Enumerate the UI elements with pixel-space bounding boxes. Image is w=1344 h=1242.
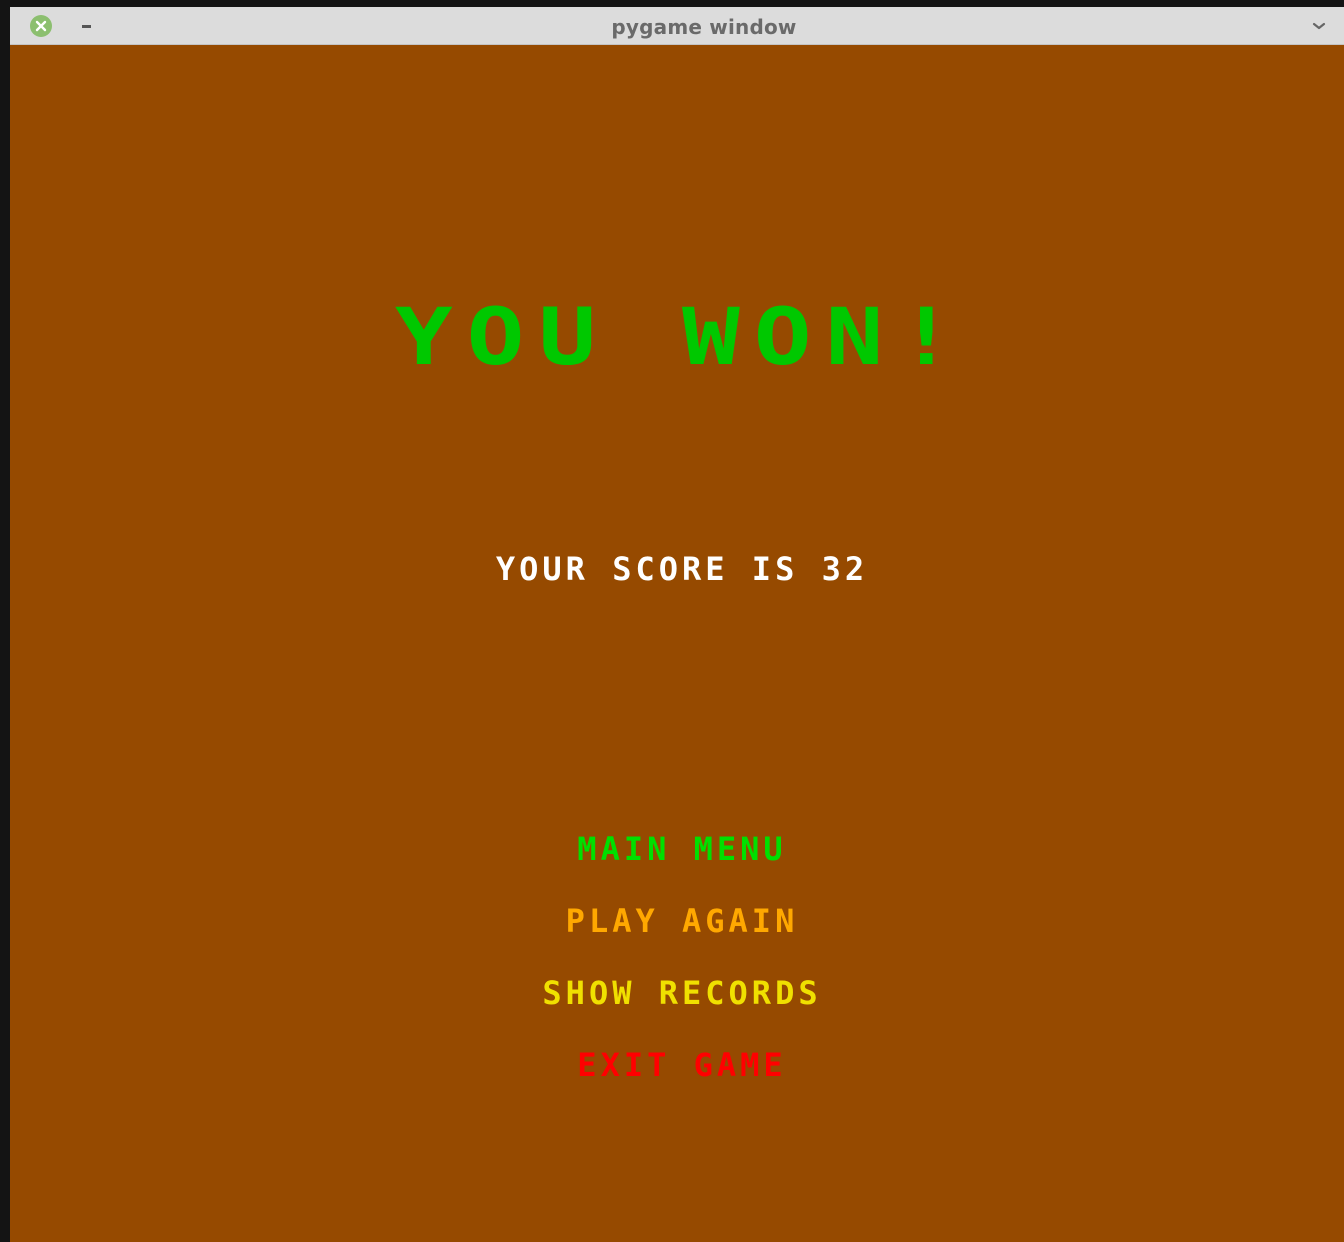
- window-menu-button[interactable]: [1310, 17, 1328, 35]
- menu-item-show-records[interactable]: SHOW RECORDS: [10, 973, 1344, 1013]
- menu-item-main-menu[interactable]: MAIN MENU: [10, 829, 1344, 869]
- menu-item-exit-game[interactable]: EXIT GAME: [10, 1045, 1344, 1085]
- chevron-down-icon: [1312, 22, 1326, 30]
- game-screen: YOU WON! YOUR SCORE IS 32 MAIN MENU PLAY…: [10, 45, 1344, 1242]
- menu-item-play-again[interactable]: PLAY AGAIN: [10, 901, 1344, 941]
- pygame-window: pygame window YOU WON! YOUR SCORE IS 32 …: [10, 7, 1344, 1242]
- title-bar[interactable]: pygame window: [10, 7, 1344, 45]
- desktop: pygame window YOU WON! YOUR SCORE IS 32 …: [0, 0, 1344, 1242]
- win-headline: YOU WON!: [394, 291, 970, 383]
- window-title: pygame window: [611, 15, 797, 39]
- score-text: YOUR SCORE IS 32: [495, 550, 869, 588]
